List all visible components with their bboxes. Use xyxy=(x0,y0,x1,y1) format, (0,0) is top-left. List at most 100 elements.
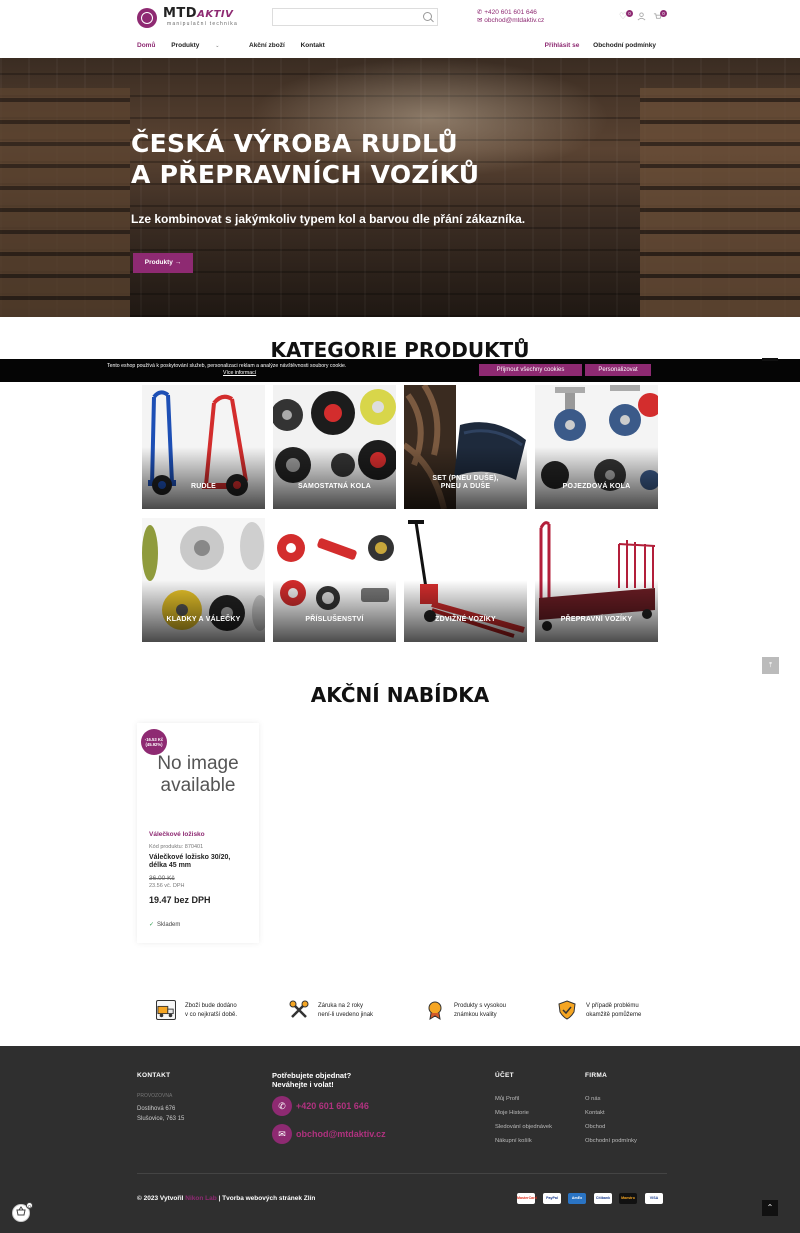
logo-main: MTD xyxy=(163,6,198,21)
personalize-cookies-button[interactable]: Personalizovat xyxy=(585,364,651,376)
address-line1: Dostihová 676 xyxy=(137,1106,176,1112)
benefit-line1: Zboží bude dodáno xyxy=(185,1003,237,1009)
accept-cookies-button[interactable]: Přijmout všechny cookies xyxy=(479,364,582,376)
tile-shade xyxy=(535,580,658,642)
hero-title-line1: ČESKÁ VÝROBA RUDLŮ xyxy=(131,129,458,158)
citibank-icon: Citibank xyxy=(594,1193,612,1204)
nav-sale[interactable]: Akční zboží xyxy=(249,42,285,49)
tile-shade xyxy=(273,447,396,509)
benefit-line2: známkou kvality xyxy=(454,1012,497,1018)
cookie-message: Tento eshop používá k poskytování služeb… xyxy=(107,363,347,369)
hero-shelf-right xyxy=(640,88,800,317)
site-logo[interactable]: MTDAKTIV manipulační technika xyxy=(137,6,261,30)
category-tile-casters[interactable]: POJEZDOVÁ KOLA xyxy=(535,385,658,509)
basket-icon xyxy=(16,1206,26,1216)
link-contact[interactable]: Kontakt xyxy=(585,1106,637,1120)
product-image-placeholder[interactable]: No image available xyxy=(137,753,259,797)
footer-provozovna: PROVOZOVNA xyxy=(137,1093,173,1099)
product-name[interactable]: Válečkové ložisko 30/20, délka 45 mm xyxy=(149,854,249,870)
benefit-line1: V případě problému xyxy=(586,1003,639,1009)
product-card[interactable]: -16.53 Kč (45.92%) No image available Vá… xyxy=(137,723,259,943)
user-icon[interactable] xyxy=(637,12,646,21)
address-line2: Slušovice, 763 15 xyxy=(137,1116,185,1122)
search-box xyxy=(272,8,438,28)
shield-icon xyxy=(557,1000,577,1020)
product-category[interactable]: Válečkové ložisko xyxy=(149,831,205,838)
cart-icon[interactable]: 0 xyxy=(653,10,667,21)
link-my-profile[interactable]: Můj Profil xyxy=(495,1092,552,1106)
terms-link[interactable]: Obchodní podmínky xyxy=(593,42,656,49)
floating-cart-badge: 0 xyxy=(26,1202,33,1209)
category-tile-tires[interactable]: SET (PNEU DUŠE), PNEU A DUŠE xyxy=(404,385,527,509)
link-terms[interactable]: Obchodní podmínky xyxy=(585,1134,637,1148)
floating-cart-button[interactable]: 0 xyxy=(12,1202,33,1222)
footer-address: Dostihová 676 Slušovice, 763 15 xyxy=(137,1104,184,1124)
nav-contact[interactable]: Kontakt xyxy=(301,42,325,49)
site-header: MTDAKTIV manipulační technika ✆ +420 601… xyxy=(0,0,800,58)
no-image-line2: available xyxy=(160,775,236,796)
link-my-history[interactable]: Moje Historie xyxy=(495,1106,552,1120)
back-to-top-button[interactable]: ⌃ xyxy=(762,1200,778,1216)
phone-icon[interactable]: ✆ xyxy=(272,1096,292,1116)
site-footer: KONTAKT PROVOZOVNA Dostihová 676 Slušovi… xyxy=(0,1046,800,1233)
category-tile-trolleys[interactable]: PŘEPRAVNÍ VOZÍKY xyxy=(535,518,658,642)
footer-company-title: FIRMA xyxy=(585,1072,608,1079)
login-link[interactable]: Přihlásit se xyxy=(545,42,580,49)
visa-icon: VISA xyxy=(645,1193,663,1204)
scroll-hint-icon[interactable]: ⤒ xyxy=(762,657,779,674)
discount-badge: -16.53 Kč (45.92%) xyxy=(141,729,167,755)
category-tile-rudle[interactable]: RUDLE xyxy=(142,385,265,509)
header-contact: ✆ +420 601 601 646 ✉ obchod@mtdaktiv.cz xyxy=(477,9,544,25)
search-icon[interactable] xyxy=(423,12,432,21)
link-shop[interactable]: Obchod xyxy=(585,1120,637,1134)
category-label: PŘEPRAVNÍ VOZÍKY xyxy=(560,616,633,623)
category-label: SET (PNEU DUŠE), PNEU A DUŠE xyxy=(432,475,499,490)
cookie-more-link[interactable]: Více informací xyxy=(223,370,256,376)
benefit-quality: Produkty s vysokou známkou kvality xyxy=(425,1000,565,1024)
footer-contact-title: KONTAKT xyxy=(137,1072,171,1079)
category-tile-pallet-jacks[interactable]: ZDVIŽNÉ VOZÍKY xyxy=(404,518,527,642)
header-phone[interactable]: ✆ +420 601 601 646 xyxy=(477,9,544,17)
tile-shade xyxy=(273,580,396,642)
category-label: PŘÍSLUŠENSTVÍ xyxy=(305,616,364,623)
chevron-down-icon: ⌄ xyxy=(215,43,220,49)
logo-accent: AKTIV xyxy=(197,9,234,20)
category-label: SAMOSTATNÁ KOLA xyxy=(297,483,372,490)
copyright-brand-link[interactable]: Nikon Lab xyxy=(185,1195,216,1202)
category-tile-accessories[interactable]: PŘÍSLUŠENSTVÍ xyxy=(273,518,396,642)
benefit-delivery: Zboží bude dodáno v co nejkratší době. xyxy=(156,1000,296,1024)
footer-divider xyxy=(137,1173,667,1174)
benefit-line1: Produkty s vysokou xyxy=(454,1003,507,1009)
hero-subtitle: Lze kombinovat s jakýmkoliv typem kol a … xyxy=(131,212,526,226)
header-email[interactable]: ✉ obchod@mtdaktiv.cz xyxy=(477,17,544,25)
header-email-text: obchod@mtdaktiv.cz xyxy=(484,17,545,24)
product-old-price: 36.00 Kč xyxy=(149,875,175,882)
nav-products[interactable]: Produkty ⌄ xyxy=(171,42,233,49)
need-line1: Potřebujete objednat? xyxy=(272,1071,352,1080)
link-cart[interactable]: Nákupní košík xyxy=(495,1134,552,1148)
product-price: 19.47 bez DPH xyxy=(149,895,211,905)
nav-home[interactable]: Domů xyxy=(137,42,155,49)
category-tile-wheels[interactable]: SAMOSTATNÁ KOLA xyxy=(273,385,396,509)
footer-account-links: Můj Profil Moje Historie Sledování objed… xyxy=(495,1092,552,1148)
category-label: RUDLE xyxy=(190,483,217,490)
footer-phone-link[interactable]: +420 601 601 646 xyxy=(296,1101,369,1111)
wishlist-badge: 0 xyxy=(626,10,633,17)
benefit-line2: okamžitě pomůžeme xyxy=(586,1012,642,1018)
tile-shade xyxy=(535,447,658,509)
link-order-tracking[interactable]: Sledování objednávek xyxy=(495,1120,552,1134)
cookie-flag xyxy=(762,358,778,361)
benefit-warranty: Záruka na 2 roky není-li uvedeno jinak xyxy=(289,1000,429,1024)
hero-products-button[interactable]: Produkty → xyxy=(133,253,193,273)
heart-icon[interactable]: ♡ 0 xyxy=(619,10,633,21)
link-about[interactable]: O nás xyxy=(585,1092,637,1106)
category-tile-rollers[interactable]: KLADKY A VÁLEČKY xyxy=(142,518,265,642)
footer-need-order: Potřebujete objednat? Neváhejte i volat! xyxy=(272,1071,351,1089)
benefits-strip: Zboží bude dodáno v co nejkratší době. Z… xyxy=(0,975,800,1046)
footer-email-link[interactable]: obchod@mtdaktiv.cz xyxy=(296,1129,386,1139)
paypal-icon: PayPal xyxy=(543,1193,561,1204)
email-icon[interactable]: ✉ xyxy=(272,1124,292,1144)
maestro-icon: Maestro xyxy=(619,1193,637,1204)
search-input[interactable] xyxy=(273,11,413,28)
need-line2: Neváhejte i volat! xyxy=(272,1080,334,1089)
